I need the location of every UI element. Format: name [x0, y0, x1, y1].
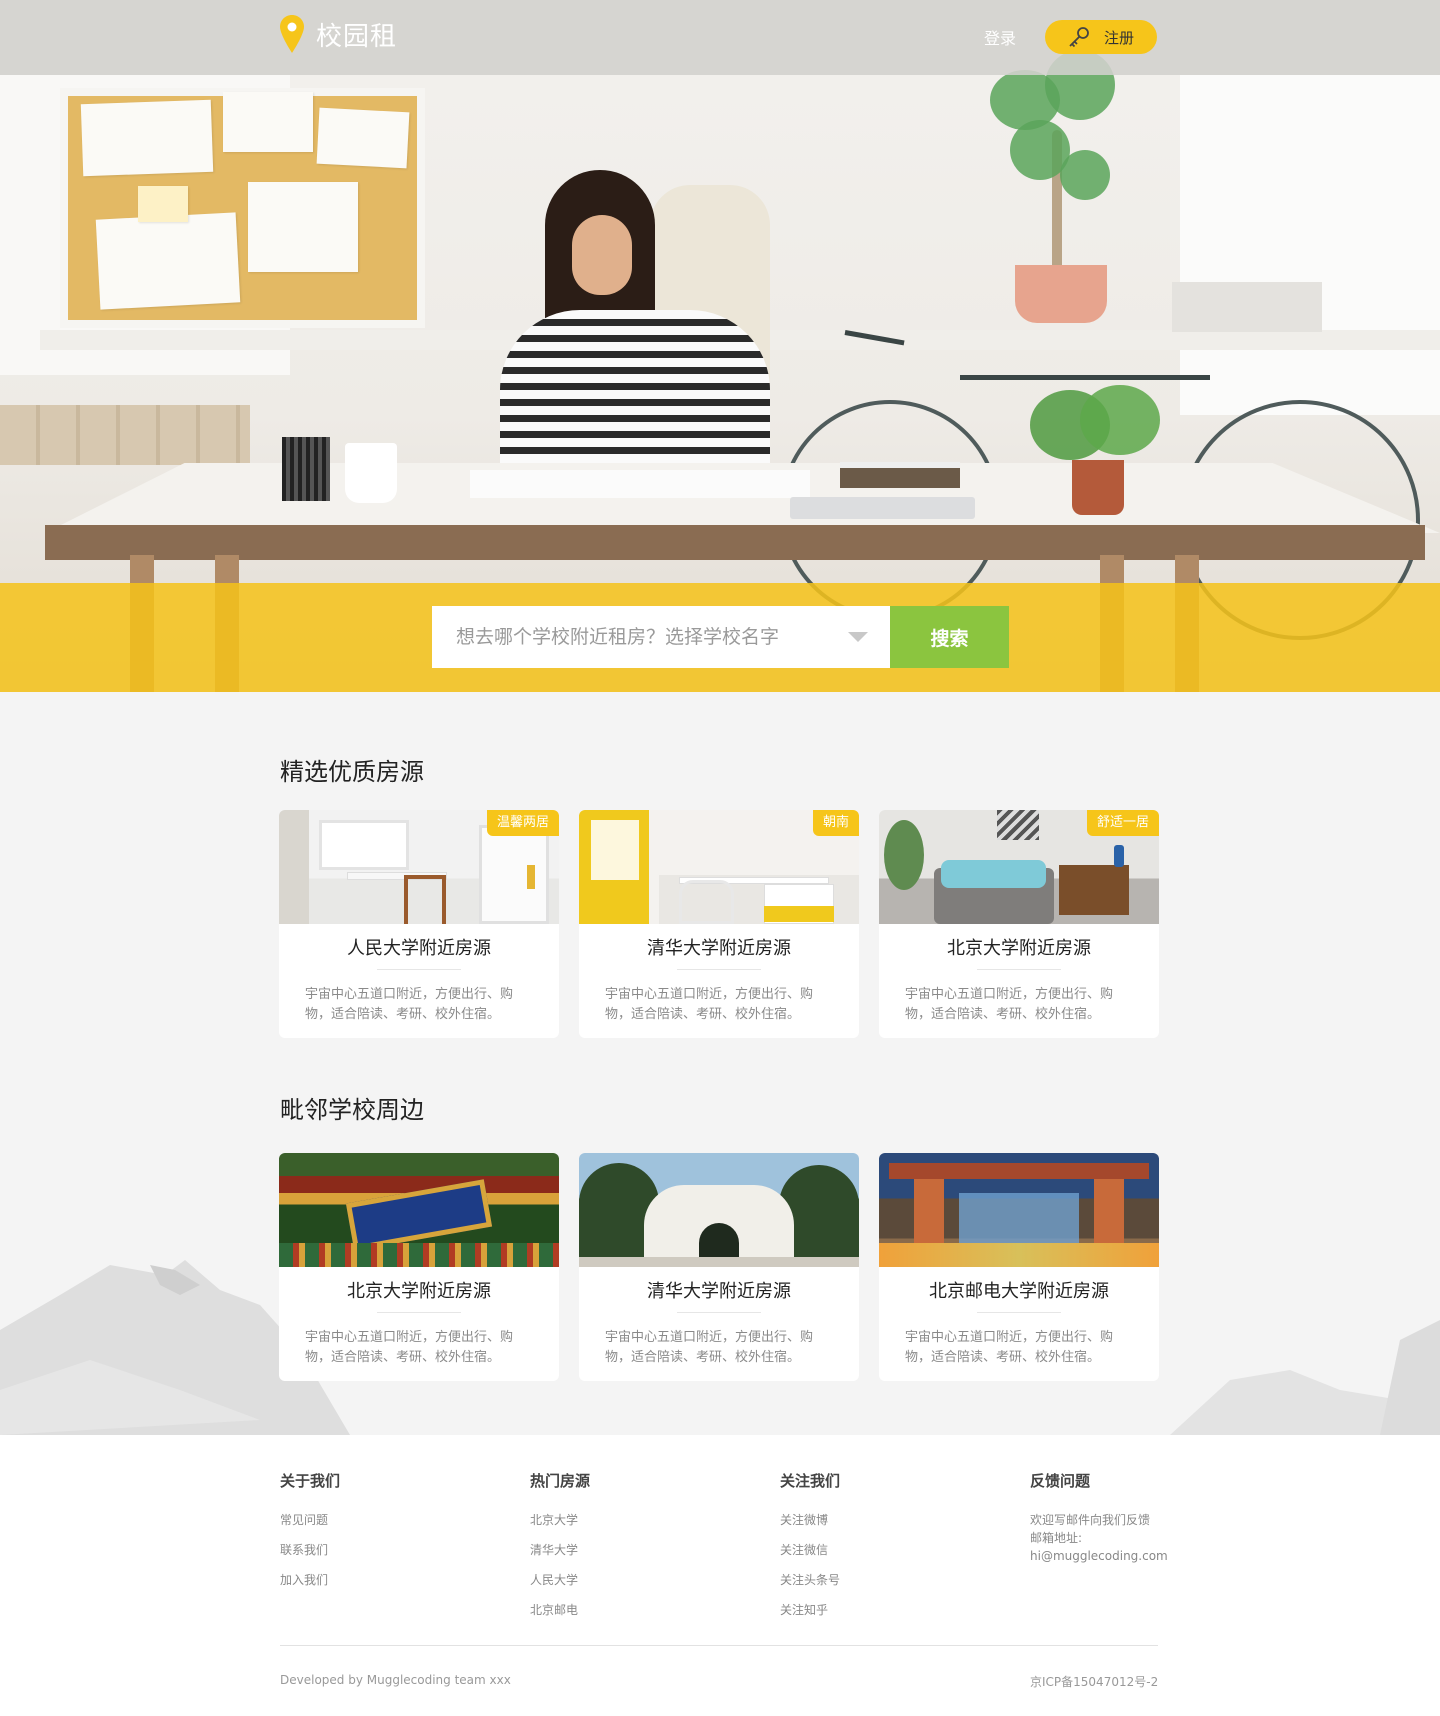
school-photo: [879, 1153, 1159, 1267]
card-title: 北京大学附近房源: [947, 938, 1091, 959]
feedback-email[interactable]: hi@mugglecoding.com: [1030, 1547, 1168, 1565]
footer-link-toutiao[interactable]: 关注头条号: [780, 1571, 840, 1588]
footer-link-faq[interactable]: 常见问题: [280, 1511, 340, 1528]
top-nav-bar: 校园租 登录 注册: [0, 0, 1440, 75]
footer-hot: 热门房源 北京大学 清华大学 人民大学 北京邮电: [530, 1470, 590, 1631]
card-title: 清华大学附近房源: [647, 1281, 791, 1302]
card-description: 宇宙中心五道口附近，方便出行、购物，适合陪读、考研、校外住宿。: [305, 1330, 514, 1365]
register-label: 注册: [1103, 29, 1134, 47]
footer-divider: [280, 1645, 1158, 1646]
hero-shelf-box: [1172, 282, 1322, 332]
footer-heading: 关注我们: [780, 1472, 841, 1490]
listing-card[interactable]: 舒适一居 北京大学附近房源 宇宙中心五道口附近，方便出行、购物，适合陪读、考研、…: [879, 810, 1159, 1038]
hero-window-right: [1180, 75, 1440, 415]
room-photo: 温馨两居: [279, 810, 559, 924]
listing-card[interactable]: 朝南 清华大学附近房源 宇宙中心五道口附近，方便出行、购物，适合陪读、考研、校外…: [579, 810, 859, 1038]
footer-link-zhihu[interactable]: 关注知乎: [780, 1601, 840, 1618]
divider: [377, 969, 461, 970]
footer-link-ruc[interactable]: 人民大学: [530, 1571, 590, 1588]
school-select[interactable]: [432, 606, 890, 668]
hero-cup: [345, 443, 397, 503]
footer-link-bupt[interactable]: 北京邮电: [530, 1601, 590, 1618]
card-description: 宇宙中心五道口附近，方便出行、购物，适合陪读、考研、校外住宿。: [305, 987, 514, 1022]
footer-heading: 热门房源: [530, 1472, 591, 1490]
site-name: 校园租: [316, 21, 398, 52]
hero-cork-board: [60, 88, 425, 328]
divider: [677, 1312, 761, 1313]
footer-link-tsinghua[interactable]: 清华大学: [530, 1541, 590, 1558]
footer-link-pku[interactable]: 北京大学: [530, 1511, 590, 1528]
hero-bench: [0, 405, 250, 465]
featured-section-title: 精选优质房源: [280, 758, 424, 786]
footer-link-wechat[interactable]: 关注微信: [780, 1541, 840, 1558]
room-photo: 朝南: [579, 810, 859, 924]
search-input[interactable]: [456, 626, 848, 648]
school-card[interactable]: 清华大学附近房源 宇宙中心五道口附近，方便出行、购物，适合陪读、考研、校外住宿。: [579, 1153, 859, 1381]
card-title: 北京大学附近房源: [347, 1281, 491, 1302]
school-photo: [279, 1153, 559, 1267]
hero-laptop: [790, 497, 975, 519]
nearby-section-title: 毗邻学校周边: [280, 1096, 424, 1124]
card-tag: 舒适一居: [1086, 810, 1159, 836]
footer-follow: 关注我们 关注微博 关注微信 关注头条号 关注知乎: [780, 1470, 840, 1631]
nearby-cards: 北京大学附近房源 宇宙中心五道口附近，方便出行、购物，适合陪读、考研、校外住宿。…: [279, 1153, 1159, 1381]
card-description: 宇宙中心五道口附近，方便出行、购物，适合陪读、考研、校外住宿。: [905, 987, 1114, 1022]
card-description: 宇宙中心五道口附近，方便出行、购物，适合陪读、考研、校外住宿。: [605, 987, 814, 1022]
register-button[interactable]: 注册: [1045, 20, 1157, 54]
card-title: 人民大学附近房源: [347, 938, 491, 959]
footer-feedback: 反馈问题 欢迎写邮件向我们反馈 邮箱地址: hi@mugglecoding.co…: [1030, 1470, 1168, 1565]
footer-credit: Developed by Mugglecoding team xxx: [280, 1673, 511, 1687]
hero-pencil-cup: [282, 437, 330, 501]
key-icon: [1068, 26, 1090, 48]
feedback-text: 邮箱地址:: [1030, 1531, 1083, 1545]
divider: [377, 1312, 461, 1313]
site-logo[interactable]: 校园租: [280, 15, 397, 53]
chevron-down-icon[interactable]: [848, 632, 868, 642]
footer-about: 关于我们 常见问题 联系我们 加入我们: [280, 1470, 340, 1601]
divider: [677, 969, 761, 970]
card-tag: 温馨两居: [486, 810, 559, 836]
card-title: 清华大学附近房源: [647, 938, 791, 959]
feedback-text: 欢迎写邮件向我们反馈: [1030, 1513, 1151, 1527]
school-card[interactable]: 北京邮电大学附近房源 宇宙中心五道口附近，方便出行、购物，适合陪读、考研、校外住…: [879, 1153, 1159, 1381]
location-pin-icon: [280, 15, 304, 53]
footer-link-join[interactable]: 加入我们: [280, 1571, 340, 1588]
featured-cards: 温馨两居 人民大学附近房源 宇宙中心五道口附近，方便出行、购物，适合陪读、考研、…: [279, 810, 1159, 1038]
footer-link-contact[interactable]: 联系我们: [280, 1541, 340, 1558]
room-photo: 舒适一居: [879, 810, 1159, 924]
school-card[interactable]: 北京大学附近房源 宇宙中心五道口附近，方便出行、购物，适合陪读、考研、校外住宿。: [279, 1153, 559, 1381]
card-description: 宇宙中心五道口附近，方便出行、购物，适合陪读、考研、校外住宿。: [905, 1330, 1114, 1365]
footer-icp: 京ICP备15047012号-2: [1030, 1675, 1159, 1689]
hero-banner: [0, 0, 1440, 692]
hero-books: [840, 462, 960, 488]
login-link[interactable]: 登录: [984, 25, 1016, 49]
school-photo: [579, 1153, 859, 1267]
search-button[interactable]: 搜索: [890, 606, 1009, 668]
card-tag: 朝南: [812, 810, 859, 836]
footer-heading: 关于我们: [280, 1472, 341, 1490]
listing-card[interactable]: 温馨两居 人民大学附近房源 宇宙中心五道口附近，方便出行、购物，适合陪读、考研、…: [279, 810, 559, 1038]
footer-link-weibo[interactable]: 关注微博: [780, 1511, 840, 1528]
hero-plant-pot: [1015, 265, 1107, 323]
card-title: 北京邮电大学附近房源: [929, 1281, 1109, 1302]
divider: [977, 1312, 1061, 1313]
footer-heading: 反馈问题: [1030, 1472, 1091, 1490]
divider: [977, 969, 1061, 970]
card-description: 宇宙中心五道口附近，方便出行、购物，适合陪读、考研、校外住宿。: [605, 1330, 814, 1365]
site-footer: 关于我们 常见问题 联系我们 加入我们 热门房源 北京大学 清华大学 人民大学 …: [0, 1435, 1440, 1716]
search-bar: 搜索: [432, 606, 1009, 668]
